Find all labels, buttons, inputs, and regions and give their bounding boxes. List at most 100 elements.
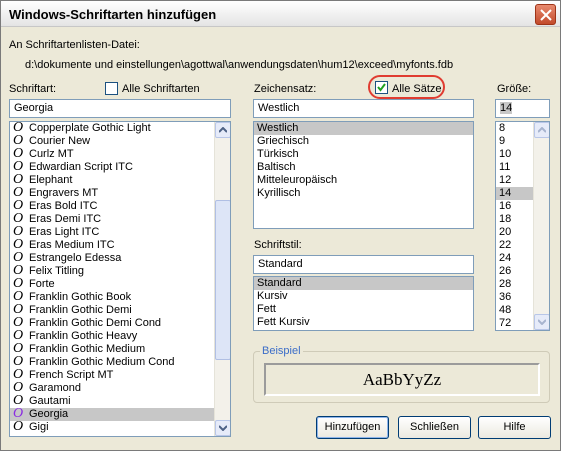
font-list-item[interactable]: O Franklin Gothic Medium xyxy=(10,342,230,356)
font-list-item-label: Franklin Gothic Demi Cond xyxy=(29,317,162,329)
font-list-item[interactable]: O Gigi xyxy=(10,419,230,434)
size-scroll-up-button[interactable] xyxy=(534,122,549,138)
style-list-items: Standard Kursiv Fett Fett Kursiv xyxy=(254,277,473,329)
font-list-item[interactable]: O Franklin Gothic Medium Cond xyxy=(10,355,230,369)
scroll-thumb[interactable] xyxy=(215,200,230,360)
charset-list-item-label: Mitteleuropäisch xyxy=(257,174,338,186)
style-list-item[interactable]: Fett xyxy=(254,303,473,316)
size-label: Größe: xyxy=(497,83,532,95)
font-list-item-label: Estrangelo Edessa xyxy=(29,252,122,264)
charset-list-item[interactable]: Baltisch xyxy=(254,161,473,174)
style-list-item[interactable]: Kursiv xyxy=(254,290,473,303)
font-list-item[interactable]: O Courier New xyxy=(10,134,230,148)
style-list-item-label: Fett Kursiv xyxy=(257,316,310,328)
add-button[interactable]: Hinzufügen xyxy=(316,416,389,439)
charset-list-item[interactable]: Griechisch xyxy=(254,135,473,148)
font-list-item-label: Gigi xyxy=(29,421,49,433)
font-list-item-label: Garamond xyxy=(29,382,81,394)
font-list-item[interactable]: O Elephant xyxy=(10,173,230,187)
font-list-item[interactable]: O Eras Demi ITC xyxy=(10,212,230,226)
size-list[interactable]: 8 9 10 11 12 14 16 18 20 22 24 26 28 36 48 72 xyxy=(495,121,550,331)
font-list-item[interactable]: O Edwardian Script ITC xyxy=(10,160,230,174)
all-sets-label: Alle Sätze xyxy=(392,83,442,95)
font-list-item-label: Franklin Gothic Medium xyxy=(29,343,146,355)
size-list-item-label: 11 xyxy=(499,161,511,173)
opentype-font-icon: O xyxy=(13,419,24,434)
font-list-item[interactable]: O French Script MT xyxy=(10,368,230,382)
font-list-item-label: Franklin Gothic Heavy xyxy=(29,330,138,342)
style-list-item[interactable]: Fett Kursiv xyxy=(254,316,473,329)
font-input[interactable]: Georgia xyxy=(9,99,231,118)
style-label: Schriftstil: xyxy=(254,239,302,251)
font-list-item[interactable]: O Curlz MT xyxy=(10,147,230,161)
font-list-item-label: Eras Bold ITC xyxy=(29,200,98,212)
size-input[interactable]: 14 xyxy=(495,99,550,118)
font-list[interactable]: O Copperplate Gothic Light O Courier New O Cu… xyxy=(9,121,231,437)
chevron-down-icon xyxy=(538,319,546,325)
style-list[interactable]: Standard Kursiv Fett Fett Kursiv xyxy=(253,276,474,331)
font-list-item[interactable]: O Franklin Gothic Demi Cond xyxy=(10,316,230,330)
charset-list-item[interactable]: Mitteleuropäisch xyxy=(254,174,473,187)
charset-list[interactable]: Westlich Griechisch Türkisch Baltisch Mittel… xyxy=(253,121,474,229)
font-list-item-label: Eras Light ITC xyxy=(29,226,100,238)
title-bar: Windows-Schriftarten hinzufügen xyxy=(1,1,560,27)
font-list-item[interactable]: O Franklin Gothic Heavy xyxy=(10,329,230,343)
font-list-items: O Copperplate Gothic Light O Courier New O Cu… xyxy=(10,122,230,434)
font-list-item[interactable]: O Franklin Gothic Demi xyxy=(10,303,230,317)
chevron-down-icon xyxy=(219,425,227,431)
font-list-item[interactable]: O Franklin Gothic Book xyxy=(10,290,230,304)
charset-input[interactable]: Westlich xyxy=(253,99,474,118)
sample-preview: AaBbYyZz xyxy=(264,363,540,396)
font-list-scrollbar[interactable] xyxy=(214,122,230,436)
font-list-item[interactable]: O Georgia xyxy=(10,407,230,421)
font-list-item[interactable]: O Eras Medium ITC xyxy=(10,238,230,252)
close-window-button[interactable] xyxy=(535,4,556,25)
checkmark-icon xyxy=(377,83,386,92)
all-fonts-checkbox[interactable] xyxy=(105,82,118,95)
font-list-item[interactable]: O Estrangelo Edessa xyxy=(10,251,230,265)
font-list-item-label: Franklin Gothic Demi xyxy=(29,304,132,316)
size-list-item-label: 12 xyxy=(499,174,512,186)
sample-group-title: Beispiel xyxy=(260,345,303,357)
source-file-label: An Schriftartenlisten-Datei: xyxy=(9,39,140,51)
font-list-item-label: Franklin Gothic Medium Cond xyxy=(29,356,175,368)
font-list-item-label: Franklin Gothic Book xyxy=(29,291,132,303)
all-fonts-label: Alle Schriftarten xyxy=(122,83,200,95)
font-list-item-label: Courier New xyxy=(29,135,91,147)
charset-list-item[interactable]: Westlich xyxy=(254,122,473,135)
size-input-value: 14 xyxy=(500,102,513,114)
size-list-scrollbar[interactable] xyxy=(533,122,549,330)
font-list-item[interactable]: O Felix Titling xyxy=(10,264,230,278)
size-list-item-label: 14 xyxy=(499,187,512,199)
size-list-item-label: 22 xyxy=(499,239,512,251)
close-button[interactable]: Schließen xyxy=(398,416,471,439)
font-list-item[interactable]: O Forte xyxy=(10,277,230,291)
scroll-up-button[interactable] xyxy=(215,122,230,138)
font-list-item-label: Georgia xyxy=(29,408,69,420)
font-list-item[interactable]: O Eras Bold ITC xyxy=(10,199,230,213)
font-list-item[interactable]: O Garamond xyxy=(10,381,230,395)
scroll-down-button[interactable] xyxy=(215,420,230,436)
font-list-item[interactable]: O Eras Light ITC xyxy=(10,225,230,239)
size-scroll-down-button[interactable] xyxy=(534,314,549,330)
font-list-item-label: Elephant xyxy=(29,174,73,186)
charset-list-item[interactable]: Türkisch xyxy=(254,148,473,161)
font-list-item[interactable]: O Copperplate Gothic Light xyxy=(10,122,230,135)
font-list-item[interactable]: O Gautami xyxy=(10,394,230,408)
font-list-item-label: Edwardian Script ITC xyxy=(29,161,133,173)
help-button[interactable]: Hilfe xyxy=(478,416,551,439)
size-list-item-label: 28 xyxy=(499,278,512,290)
charset-list-item[interactable]: Kyrillisch xyxy=(254,187,473,200)
source-file-path: d:\dokumente und einstellungen\agottwal\… xyxy=(25,59,454,71)
size-list-item-label: 26 xyxy=(499,265,512,277)
charset-list-item-label: Kyrillisch xyxy=(257,187,301,199)
size-list-item-label: 9 xyxy=(499,135,506,147)
font-list-item[interactable]: O Engravers MT xyxy=(10,186,230,200)
size-list-item-label: 8 xyxy=(499,122,506,134)
add-fonts-dialog: Windows-Schriftarten hinzufügen An Schri… xyxy=(0,0,561,451)
style-input[interactable]: Standard xyxy=(253,255,474,274)
style-list-item[interactable]: Standard xyxy=(254,277,473,290)
font-list-item-label: Felix Titling xyxy=(29,265,85,277)
style-list-item-label: Standard xyxy=(257,277,302,289)
all-sets-checkbox[interactable] xyxy=(375,81,388,94)
